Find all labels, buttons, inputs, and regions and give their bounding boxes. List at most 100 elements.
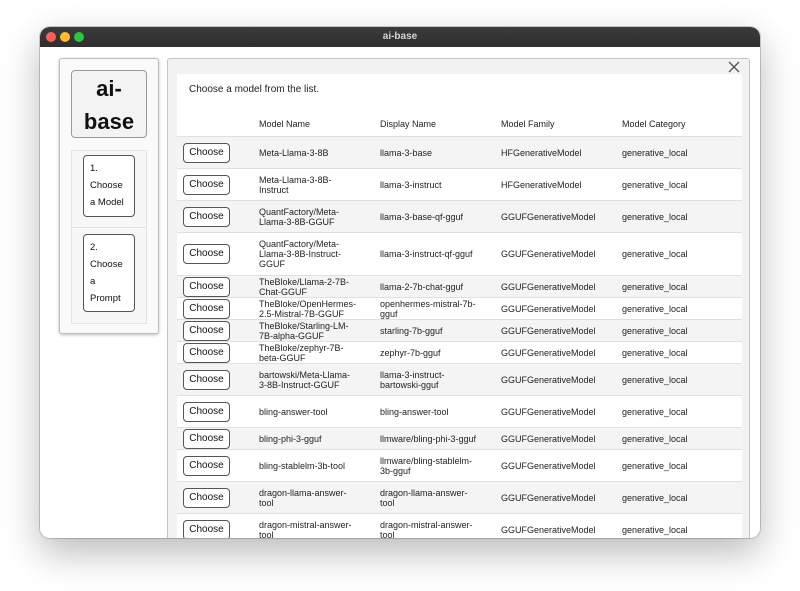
choose-button[interactable]: Choose: [183, 320, 230, 341]
model-table: Model Name Display Name Model Family Mod…: [177, 112, 742, 538]
model-category-cell: generative_local: [616, 275, 742, 298]
model-family-cell: GGUFGenerativeModel: [495, 449, 616, 482]
display-name-cell-line: tool: [380, 529, 395, 539]
display-name-cell: llama-3-base: [374, 136, 495, 169]
model-name-cell-line: bling-phi-3-gguf: [259, 433, 322, 444]
model-name-cell-line: 7B-alpha-GGUF: [259, 330, 325, 341]
model-name-cell-line: Instruct: [259, 184, 289, 195]
display-name-cell: dragon-mistral-answer-tool: [374, 513, 495, 539]
display-name-cell-line: zephyr-7b-gguf: [380, 347, 441, 358]
table-row: Choose bling-answer-tool bling-answer-tool…: [177, 395, 742, 428]
model-name-cell-line: Meta-Llama-3-8B: [259, 147, 329, 158]
table-row: Choose TheBloke/zephyr-7B-beta-GGUF zephyr…: [177, 341, 742, 364]
display-name-cell: zephyr-7b-gguf: [374, 341, 495, 364]
step-choose-model-button[interactable]: 1. Choose a Model: [83, 155, 135, 217]
table-header-row: Model Name Display Name Model Family Mod…: [177, 112, 742, 137]
model-name-cell-line: dragon-llama-answer-: [259, 487, 347, 498]
table-row: Choose QuantFactory/Meta- Llama-3-8B-GGUF l…: [177, 200, 742, 233]
display-name-cell: llmware/bling-stablelm- 3b-gguf: [374, 449, 495, 482]
model-family-cell: GGUFGenerativeModel: [495, 513, 616, 538]
model-family-cell: GGUFGenerativeModel: [495, 275, 616, 298]
choose-cell: Choose: [177, 136, 253, 169]
panel-body: Choose a model from the list. Model Name…: [177, 74, 742, 538]
model-name-cell: dragon-llama-answer-tool: [253, 481, 374, 514]
model-name-cell: dragon-mistral-answer-tool: [253, 513, 374, 539]
choose-button[interactable]: Choose: [183, 174, 230, 195]
header-model-family: Model Family: [495, 112, 616, 137]
model-name-cell-line: tool: [259, 529, 274, 539]
model-name-cell-line: Llama-3-8B-Instruct-: [259, 249, 342, 259]
table-row: Choose bartowski/Meta-Llama- 3-8B-Instruct…: [177, 363, 742, 396]
model-family-cell: GGUFGenerativeModel: [495, 232, 616, 276]
step-label-line: 1.: [90, 163, 98, 174]
model-name-cell-line: TheBloke/OpenHermes-: [259, 298, 357, 309]
model-name-cell: bling-stablelm-3b-tool: [253, 449, 374, 482]
choose-button[interactable]: Choose: [183, 428, 230, 449]
choose-cell: Choose: [177, 395, 253, 428]
step-label-line: 2.: [90, 242, 98, 253]
choose-button[interactable]: Choose: [183, 519, 230, 538]
choose-button[interactable]: Choose: [183, 206, 230, 227]
choose-button[interactable]: Choose: [183, 455, 230, 476]
model-family-cell: HFGenerativeModel: [495, 168, 616, 201]
step-label-line: a Model: [90, 197, 124, 208]
choose-button[interactable]: Choose: [183, 276, 230, 297]
step-label-line: Prompt: [90, 293, 121, 304]
model-name-cell-line: Chat-GGUF: [259, 286, 308, 297]
choose-button[interactable]: Choose: [183, 244, 230, 264]
model-name-cell-line: bartowski/Meta-Llama-: [259, 369, 351, 380]
display-name-cell: starling-7b-gguf: [374, 319, 495, 342]
choose-button[interactable]: Choose: [183, 401, 230, 422]
table-row: Choose bling-phi-3-gguf llmware/bling-phi-…: [177, 427, 742, 450]
model-family-cell: GGUFGenerativeModel: [495, 319, 616, 342]
model-name-cell-line: 2.5-Mistral-7B-GGUF: [259, 308, 345, 319]
display-name-cell: llama-3-instruct-qf-gguf: [374, 232, 495, 276]
step-divider: [72, 227, 146, 228]
step-label-line: Choose: [90, 180, 123, 191]
display-name-cell: dragon-llama-answer-tool: [374, 481, 495, 514]
model-name-cell-line: Meta-Llama-3-8B-: [259, 174, 332, 185]
model-name-cell: Meta-Llama-3-8B- Instruct: [253, 168, 374, 201]
choose-cell: Choose: [177, 449, 253, 482]
display-name-cell-line: dragon-llama-answer-: [380, 487, 468, 498]
display-name-cell-line: openhermes-mistral-7b-: [380, 298, 476, 309]
display-name-cell-line: llmware/bling-phi-3-gguf: [380, 433, 477, 444]
display-name-cell-line: llmware/bling-stablelm-: [380, 455, 473, 466]
table-row: Choose QuantFactory/Meta- Llama-3-8B-Instr…: [177, 232, 742, 276]
display-name-cell-line: llama-3-instruct-: [380, 369, 445, 380]
display-name-cell: llama-3-instruct: [374, 168, 495, 201]
model-name-cell-line: GGUF: [259, 259, 285, 269]
display-name-cell: llama-2-7b-chat-gguf: [374, 275, 495, 298]
choose-button[interactable]: Choose: [183, 342, 230, 363]
table-row: Choose bling-stablelm-3b-tool llmware/blin…: [177, 449, 742, 482]
model-name-cell: TheBloke/Starling-LM- 7B-alpha-GGUF: [253, 319, 374, 342]
model-category-cell: generative_local: [616, 395, 742, 428]
model-name-cell: TheBloke/zephyr-7B-beta-GGUF: [253, 341, 374, 364]
display-name-cell: llmware/bling-phi-3-gguf: [374, 427, 495, 450]
choose-cell: Choose: [177, 297, 253, 320]
model-family-cell: GGUFGenerativeModel: [495, 481, 616, 514]
choose-button[interactable]: Choose: [183, 298, 230, 319]
choose-button[interactable]: Choose: [183, 369, 230, 390]
model-family-cell: GGUFGenerativeModel: [495, 427, 616, 450]
header-model-name: Model Name: [253, 112, 374, 137]
choose-cell: Choose: [177, 232, 253, 276]
app-window: ai-base ai- base 1. Choose a Model 2. Ch…: [40, 27, 760, 538]
choose-cell: Choose: [177, 319, 253, 342]
title-bar: ai-base: [40, 27, 760, 47]
choose-cell: Choose: [177, 427, 253, 450]
model-name-cell-line: QuantFactory/Meta-: [259, 239, 340, 249]
window-title: ai-base: [382, 31, 418, 42]
display-name-cell: openhermes-mistral-7b-gguf: [374, 297, 495, 320]
choose-button[interactable]: Choose: [183, 487, 230, 508]
step-choose-prompt-button[interactable]: 2. Choose a Prompt: [83, 234, 135, 312]
table-row: Choose dragon-llama-answer-tool dragon-lla…: [177, 481, 742, 514]
display-name-cell-line: bling-answer-tool: [380, 406, 449, 417]
choose-button[interactable]: Choose: [183, 142, 230, 163]
model-name-cell-line: Llama-3-8B-GGUF: [259, 216, 335, 227]
close-icon[interactable]: [727, 60, 741, 74]
app-content: ai- base 1. Choose a Model 2. Choose a P…: [40, 47, 760, 538]
model-family-cell: HFGenerativeModel: [495, 136, 616, 169]
panel-prompt: Choose a model from the list.: [189, 84, 320, 95]
app-logo: ai- base: [71, 70, 147, 138]
